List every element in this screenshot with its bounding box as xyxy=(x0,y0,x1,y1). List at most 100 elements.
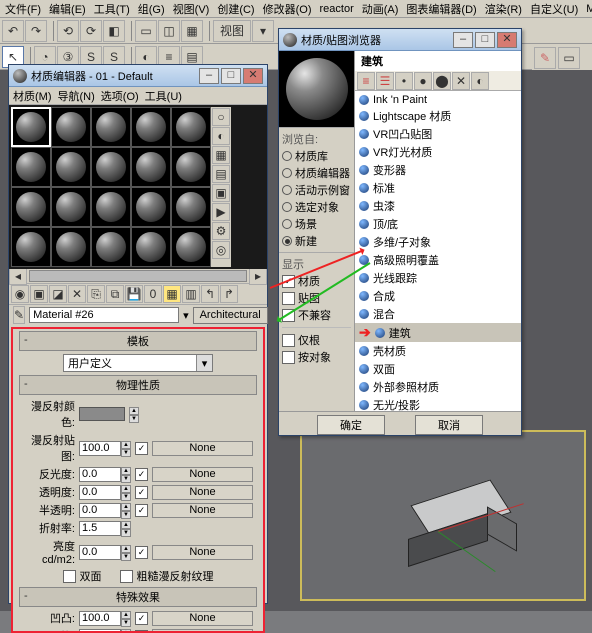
material-list-item[interactable]: 多维/子对象 xyxy=(355,233,521,251)
raw-diffuse-check[interactable] xyxy=(120,570,133,583)
two-sided-check[interactable] xyxy=(63,570,76,583)
param-spinner[interactable] xyxy=(79,521,121,536)
menu-views[interactable]: 视图(V) xyxy=(170,1,213,17)
sample-slot[interactable] xyxy=(11,107,51,147)
map-button[interactable]: None xyxy=(152,611,253,626)
material-type-button[interactable]: Architectural xyxy=(193,307,268,324)
map-button[interactable]: None xyxy=(152,629,253,633)
param-toggle[interactable]: ✓ xyxy=(135,630,148,633)
filter-icon[interactable]: ▦ xyxy=(181,20,203,42)
map-button[interactable]: None xyxy=(152,503,253,518)
material-list-item[interactable]: 顶/底 xyxy=(355,215,521,233)
matmenu-options[interactable]: 选项(O) xyxy=(101,88,139,104)
sample-slot[interactable] xyxy=(91,107,131,147)
sample-slot[interactable] xyxy=(11,227,51,267)
material-list-item[interactable]: 混合 xyxy=(355,305,521,323)
material-list-item[interactable]: 光线跟踪 xyxy=(355,269,521,287)
ok-button[interactable]: 确定 xyxy=(317,415,385,435)
unlink-icon[interactable]: ⟳ xyxy=(80,20,102,42)
select-all-icon[interactable]: ◫ xyxy=(158,20,180,42)
map-button[interactable]: None xyxy=(152,485,253,500)
matmenu-tools[interactable]: 工具(U) xyxy=(145,88,182,104)
layer-icon[interactable]: ▭ xyxy=(558,47,580,69)
sample-slot[interactable] xyxy=(51,227,91,267)
rollout-special[interactable]: -特殊效果 xyxy=(19,587,257,607)
link-icon[interactable]: ⟲ xyxy=(57,20,79,42)
make-preview-icon[interactable]: ▶ xyxy=(212,203,230,221)
material-list-item[interactable]: ➔建筑 xyxy=(355,323,521,342)
matid-icon[interactable]: 0 xyxy=(144,285,162,303)
browse-from-option[interactable]: 活动示例窗 xyxy=(282,182,351,198)
param-spinner[interactable] xyxy=(79,545,121,560)
browse-from-option[interactable]: 新建 xyxy=(282,233,351,249)
material-list-item[interactable]: VR凹凸贴图 xyxy=(355,125,521,143)
menu-file[interactable]: 文件(F) xyxy=(2,1,44,17)
close-button[interactable]: ✕ xyxy=(243,68,263,84)
browse-from-option[interactable]: 场景 xyxy=(282,216,351,232)
sample-uv-icon[interactable]: ▤ xyxy=(212,165,230,183)
menu-create[interactable]: 创建(C) xyxy=(214,1,257,17)
sample-slot[interactable] xyxy=(11,187,51,227)
clear-icon[interactable]: ◐ xyxy=(471,72,489,90)
param-toggle[interactable]: ✓ xyxy=(135,504,148,517)
sample-slot[interactable] xyxy=(171,187,211,227)
sample-slot[interactable] xyxy=(131,227,171,267)
view-med-icon[interactable]: ● xyxy=(414,72,432,90)
sample-slot[interactable] xyxy=(51,147,91,187)
browser-min-button[interactable]: – xyxy=(453,32,473,48)
param-spinner[interactable] xyxy=(79,611,121,626)
sample-slot[interactable] xyxy=(131,147,171,187)
menu-group[interactable]: 组(G) xyxy=(135,1,168,17)
get-material-icon[interactable]: ◉ xyxy=(11,285,29,303)
template-select[interactable]: 用户定义▾ xyxy=(63,354,213,372)
material-list-item[interactable]: 无光/投影 xyxy=(355,396,521,411)
sample-slot[interactable] xyxy=(131,187,171,227)
video-check-icon[interactable]: ▣ xyxy=(212,184,230,202)
show-end-icon[interactable]: ▥ xyxy=(182,285,200,303)
sample-slot[interactable] xyxy=(91,227,131,267)
color-swatch[interactable] xyxy=(79,407,125,421)
material-list-item[interactable]: 壳材质 xyxy=(355,342,521,360)
go-sibling-icon[interactable]: ↱ xyxy=(220,285,238,303)
put-to-lib-icon[interactable]: 💾 xyxy=(125,285,143,303)
menu-graph[interactable]: 图表编辑器(D) xyxy=(403,1,479,17)
param-spinner[interactable] xyxy=(79,503,121,518)
menu-render[interactable]: 渲染(R) xyxy=(482,1,525,17)
sample-slot[interactable] xyxy=(171,227,211,267)
sample-slot[interactable] xyxy=(171,107,211,147)
param-spinner[interactable] xyxy=(79,467,121,482)
background-icon[interactable]: ▦ xyxy=(212,146,230,164)
browse-from-option[interactable]: 选定对象 xyxy=(282,199,351,215)
assign-icon[interactable]: ◪ xyxy=(49,285,67,303)
sample-slot[interactable] xyxy=(91,187,131,227)
material-list-item[interactable]: Lightscape 材质 xyxy=(355,107,521,125)
sample-hscroll[interactable]: ◂▸ xyxy=(9,269,267,283)
filter-option[interactable]: 按对象 xyxy=(282,349,351,365)
material-editor-titlebar[interactable]: 材质编辑器 - 01 - Default – □ ✕ xyxy=(9,65,267,87)
put-to-scene-icon[interactable]: ▣ xyxy=(30,285,48,303)
view-list2-icon[interactable]: ☰ xyxy=(376,72,394,90)
material-list-item[interactable]: 变形器 xyxy=(355,161,521,179)
make-copy-icon[interactable]: ⎘ xyxy=(87,285,105,303)
param-spinner[interactable] xyxy=(79,629,121,633)
material-list-item[interactable]: 标准 xyxy=(355,179,521,197)
show-map-icon[interactable]: ▦ xyxy=(163,285,181,303)
select-by-mat-icon[interactable]: ◎ xyxy=(212,241,230,259)
sample-slot[interactable] xyxy=(51,187,91,227)
browse-from-option[interactable]: 材质库 xyxy=(282,148,351,164)
undo-icon[interactable]: ↶ xyxy=(2,20,24,42)
material-list-item[interactable]: 虫漆 xyxy=(355,197,521,215)
menu-modifiers[interactable]: 修改器(O) xyxy=(260,1,315,17)
menu-custom[interactable]: 自定义(U) xyxy=(527,1,581,17)
param-toggle[interactable]: ✓ xyxy=(135,442,148,455)
options-icon[interactable]: ⚙ xyxy=(212,222,230,240)
param-toggle[interactable]: ✓ xyxy=(135,612,148,625)
menu-edit[interactable]: 编辑(E) xyxy=(46,1,89,17)
param-spinner[interactable] xyxy=(79,485,121,500)
view-list-icon[interactable]: ≡ xyxy=(357,72,375,90)
material-list-item[interactable]: VR灯光材质 xyxy=(355,143,521,161)
material-list-item[interactable]: 高级照明覆盖 xyxy=(355,251,521,269)
param-spinner[interactable] xyxy=(79,441,121,456)
sample-type-icon[interactable]: ○ xyxy=(212,108,230,126)
backlight-icon[interactable]: ◐ xyxy=(212,127,230,145)
